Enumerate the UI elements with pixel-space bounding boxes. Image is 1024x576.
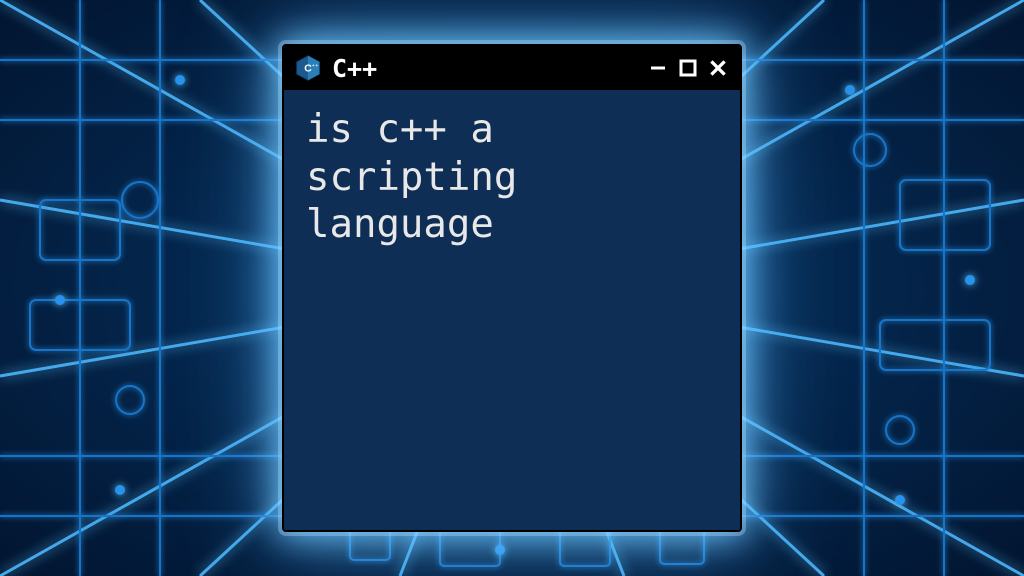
- window-title: C++: [332, 54, 636, 83]
- window-controls: [646, 56, 730, 80]
- terminal-content: is c++ a scripting language: [284, 90, 740, 530]
- cpp-icon: C + +: [294, 54, 322, 82]
- svg-text:+: +: [315, 63, 318, 68]
- titlebar[interactable]: C + + C++: [284, 46, 740, 90]
- window-glow-wrapper: C + + C++ is c++ a scripting language: [282, 44, 742, 532]
- svg-text:C: C: [304, 63, 312, 75]
- maximize-button[interactable]: [676, 56, 700, 80]
- minimize-button[interactable]: [646, 56, 670, 80]
- svg-text:+: +: [312, 63, 315, 68]
- terminal-window: C + + C++ is c++ a scripting language: [282, 44, 742, 532]
- close-button[interactable]: [706, 56, 730, 80]
